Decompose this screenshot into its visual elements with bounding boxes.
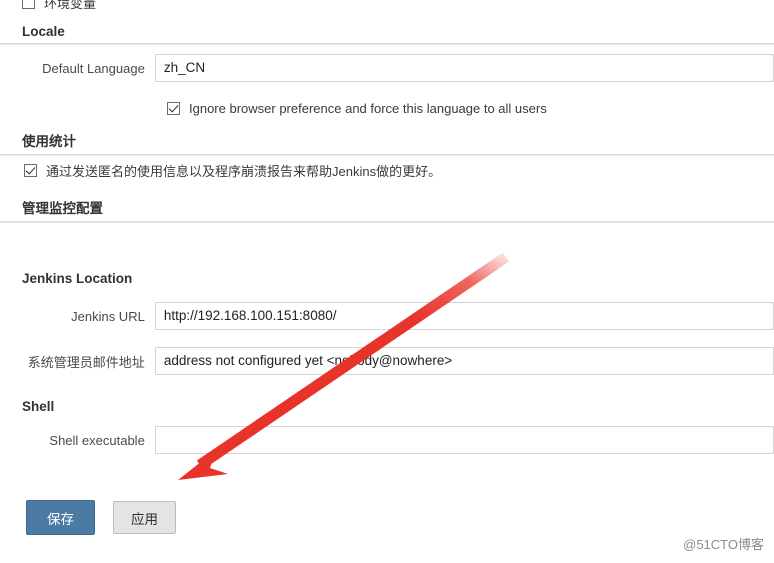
jenkins-url-input[interactable] [154, 302, 774, 330]
row-shell-executable: Shell executable [0, 423, 774, 457]
section-divider-usage-stats [0, 154, 774, 156]
usage-statistics-checkbox-row[interactable]: 通过发送匿名的使用信息以及程序崩溃报告来帮助Jenkins做的更好。 [24, 161, 441, 180]
section-heading-jenkins-location: Jenkins Location [0, 271, 774, 286]
section-heading-monitoring-text: 管理监控配置 [22, 201, 103, 216]
form-button-bar: 保存 应用 [26, 500, 176, 535]
row-jenkins-url: Jenkins URL [0, 299, 774, 333]
admin-email-input[interactable] [154, 347, 774, 375]
environment-variables-checkbox-row[interactable]: 环境变量 [0, 0, 96, 13]
watermark-text: @51CTO博客 [683, 537, 764, 552]
force-language-checkbox-row[interactable]: Ignore browser preference and force this… [167, 101, 547, 116]
section-heading-monitoring: 管理监控配置 [0, 197, 774, 223]
force-language-label: Ignore browser preference and force this… [189, 101, 547, 116]
usage-statistics-label: 通过发送匿名的使用信息以及程序崩溃报告来帮助Jenkins做的更好。 [46, 164, 442, 179]
admin-email-label: 系统管理员邮件地址 [27, 354, 145, 370]
jenkins-configure-page: 环境变量 Locale Default Language Ignore brow… [0, 0, 774, 563]
section-heading-shell: Shell [0, 399, 774, 414]
default-language-label: Default Language [42, 60, 145, 76]
apply-button[interactable]: 应用 [113, 501, 176, 534]
shell-executable-input[interactable] [154, 426, 774, 454]
section-heading-usage-stats-text: 使用统计 [22, 134, 76, 149]
section-heading-shell-text: Shell [22, 399, 55, 414]
environment-variables-checkbox[interactable] [22, 0, 35, 9]
usage-statistics-checkbox[interactable] [24, 164, 37, 177]
section-heading-jenkins-location-text: Jenkins Location [22, 271, 133, 286]
default-language-input[interactable] [154, 54, 774, 82]
section-divider-monitoring [0, 221, 774, 223]
row-admin-email: 系统管理员邮件地址 [0, 344, 774, 378]
section-divider-locale [0, 43, 774, 45]
save-button[interactable]: 保存 [26, 500, 95, 535]
section-heading-locale-text: Locale [22, 24, 65, 39]
section-heading-usage-stats: 使用统计 [0, 130, 774, 156]
force-language-checkbox[interactable] [167, 102, 180, 115]
section-heading-locale: Locale [0, 24, 774, 45]
shell-executable-label: Shell executable [49, 432, 145, 448]
jenkins-url-label: Jenkins URL [71, 308, 145, 324]
row-default-language: Default Language [0, 51, 774, 85]
environment-variables-label: 环境变量 [44, 0, 97, 11]
